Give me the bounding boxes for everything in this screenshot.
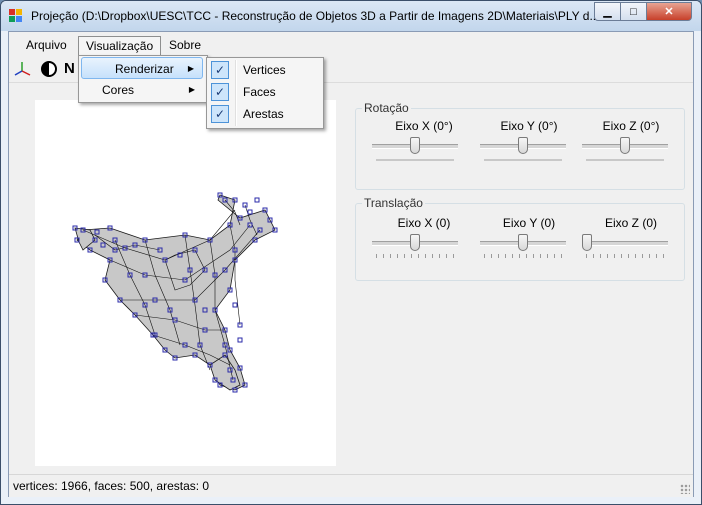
mesh-faces [74, 194, 276, 391]
rotation-y-baseline [484, 159, 562, 161]
rotation-z-thumb[interactable] [620, 137, 630, 154]
translation-y-thumb[interactable] [518, 234, 528, 251]
rotation-z-baseline [586, 159, 664, 161]
menu-sobre[interactable]: Sobre [162, 36, 208, 55]
visualizacao-dropdown: Renderizar ▶ Cores ▶ [78, 55, 208, 103]
status-text: vertices: 1966, faces: 500, arestas: 0 [13, 479, 210, 493]
vertex-marker [247, 209, 253, 215]
app-window: Projeção (D:\Dropbox\UESC\TCC - Reconstr… [0, 0, 702, 505]
menu-item-arestas-label: Arestas [243, 107, 284, 121]
translation-title: Translação [362, 196, 425, 210]
mesh-viewport[interactable] [35, 100, 336, 466]
mesh-render [72, 192, 278, 393]
translation-z-thumb[interactable] [582, 234, 592, 251]
resize-grip-icon[interactable] [680, 484, 690, 494]
menu-item-vertices[interactable]: ✓ Vertices [208, 59, 320, 81]
menu-item-renderizar-label: Renderizar [115, 62, 174, 76]
maximize-button[interactable]: □ [620, 2, 647, 21]
menu-item-vertices-label: Vertices [243, 63, 286, 77]
check-icon: ✓ [211, 105, 229, 123]
menu-bar: Arquivo Visualização Sobre [9, 34, 693, 56]
rotation-y-slider[interactable] [480, 137, 566, 167]
title-bar[interactable]: Projeção (D:\Dropbox\UESC\TCC - Reconstr… [1, 1, 701, 31]
translation-group: Translação Eixo X (0) Eixo Y (0) Eixo Z … [355, 196, 685, 281]
translation-y-ticks [484, 254, 562, 258]
client-area: Arquivo Visualização Sobre N Rotação Eix… [8, 31, 694, 497]
rotation-x-slider[interactable] [372, 137, 458, 167]
renderizar-submenu: ✓ Vertices ✓ Faces ✓ Arestas [206, 57, 324, 129]
color-half-icon[interactable] [39, 59, 59, 79]
rotation-y-thumb[interactable] [518, 137, 528, 154]
rotation-z-label: Eixo Z (0°) [602, 119, 660, 133]
rotation-z-slider[interactable] [582, 137, 668, 167]
translation-z-slider[interactable] [582, 234, 668, 264]
menu-item-arestas[interactable]: ✓ Arestas [208, 103, 320, 125]
submenu-arrow-icon: ▶ [188, 85, 195, 94]
translation-x-slider[interactable] [372, 234, 458, 264]
check-icon: ✓ [211, 83, 229, 101]
menu-item-cores-label: Cores [102, 83, 135, 97]
translation-z-label: Eixo Z (0) [604, 216, 657, 230]
translation-x-ticks [376, 254, 454, 258]
translation-y-label: Eixo Y (0) [502, 216, 556, 230]
translation-z-ticks [586, 254, 664, 258]
vertex-marker [232, 302, 238, 308]
menu-arquivo[interactable]: Arquivo [19, 36, 74, 55]
vertex-marker [254, 197, 260, 203]
vertex-marker [237, 337, 243, 343]
rotation-x-baseline [376, 159, 454, 161]
menu-item-faces[interactable]: ✓ Faces [208, 81, 320, 103]
rotation-group: Rotação Eixo X (0°) Eixo Y (0°) Eixo Z (… [355, 101, 685, 190]
close-button[interactable]: ✕ [646, 2, 692, 21]
color-half-icon-graphic [41, 61, 57, 77]
translation-x-thumb[interactable] [410, 234, 420, 251]
menu-visualizacao[interactable]: Visualização [78, 36, 162, 55]
menu-item-cores[interactable]: Cores ▶ [81, 79, 203, 101]
translation-y-slider[interactable] [480, 234, 566, 264]
minimize-button[interactable]: ▁ [594, 2, 621, 21]
rotation-x-label: Eixo X (0°) [395, 119, 453, 133]
menu-item-renderizar[interactable]: Renderizar ▶ [81, 57, 203, 79]
window-title: Projeção (D:\Dropbox\UESC\TCC - Reconstr… [31, 9, 600, 23]
status-bar: vertices: 1966, faces: 500, arestas: 0 [9, 474, 693, 497]
app-icon[interactable] [9, 9, 23, 23]
translation-z-track [582, 241, 668, 246]
rotation-x-thumb[interactable] [410, 137, 420, 154]
check-icon: ✓ [211, 61, 229, 79]
menu-item-faces-label: Faces [243, 85, 276, 99]
translation-x-label: Eixo X (0) [397, 216, 451, 230]
axes-icon-graphic [14, 62, 31, 76]
submenu-arrow-icon: ▶ [187, 64, 194, 73]
rotation-y-label: Eixo Y (0°) [500, 119, 558, 133]
rotation-title: Rotação [362, 101, 411, 115]
axes-icon[interactable] [13, 59, 33, 79]
